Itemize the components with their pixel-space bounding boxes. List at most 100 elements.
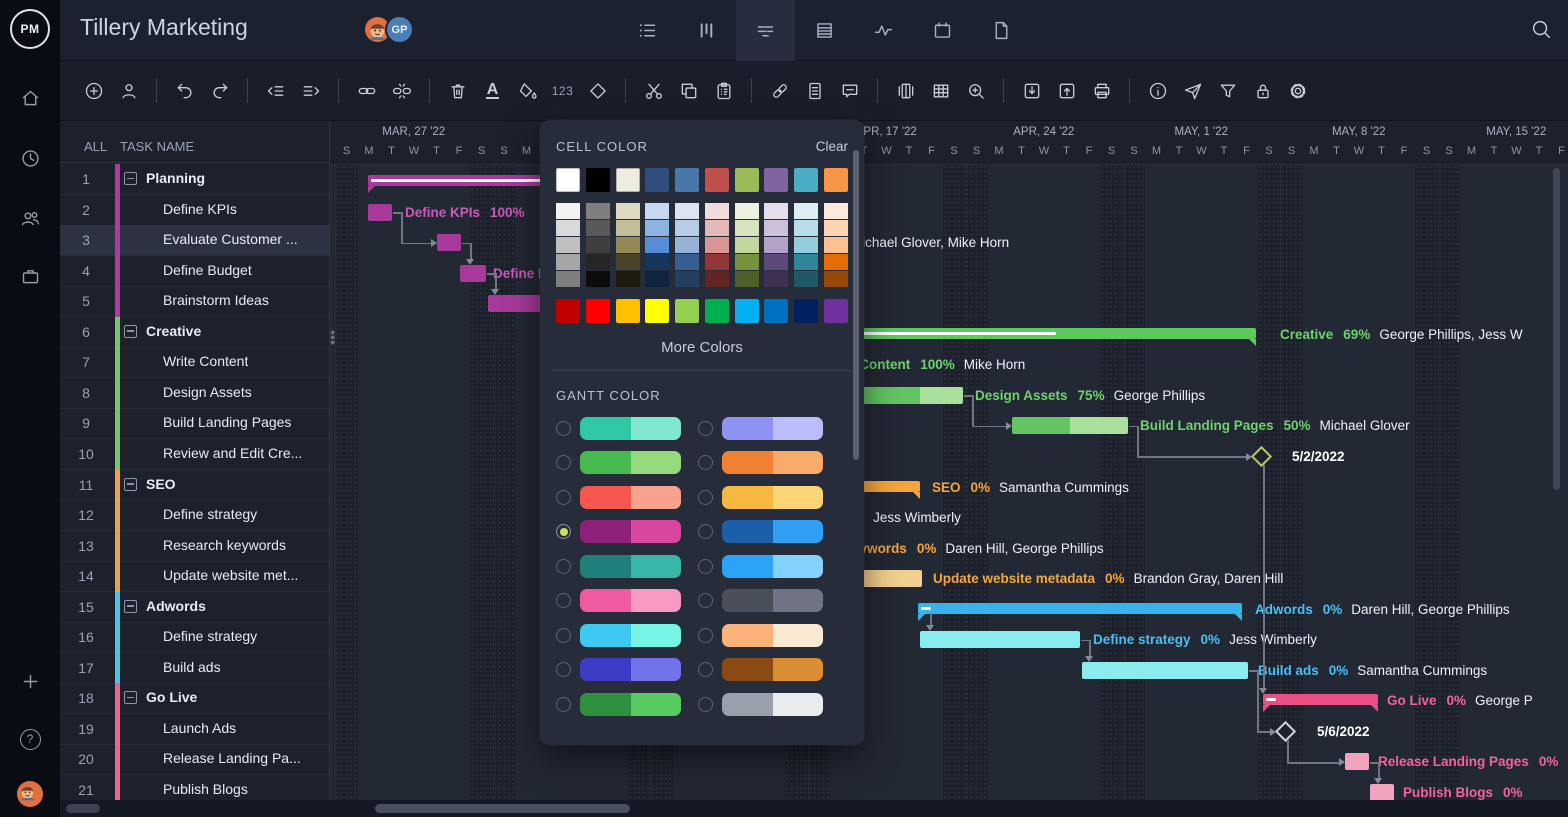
gantt-color-pill[interactable] <box>722 417 823 440</box>
clear-button[interactable]: Clear <box>816 139 848 154</box>
task-row[interactable]: 6Creative <box>60 317 330 348</box>
shade-swatch[interactable] <box>764 237 788 253</box>
gantt-color-pill[interactable] <box>580 555 681 578</box>
shade-swatch[interactable] <box>645 254 669 270</box>
cell-color-swatch[interactable] <box>616 168 640 192</box>
shade-swatch[interactable] <box>556 254 580 270</box>
shade-swatch[interactable] <box>675 203 699 219</box>
shade-swatch[interactable] <box>675 254 699 270</box>
task-row[interactable]: 19Launch Ads <box>60 714 330 745</box>
standard-color-swatch[interactable] <box>824 299 848 323</box>
more-colors-button[interactable]: More Colors <box>556 339 848 356</box>
gantt-color-pill[interactable] <box>580 417 681 440</box>
link-icon[interactable] <box>349 73 384 108</box>
gantt-color-radio[interactable] <box>698 662 713 677</box>
shade-swatch[interactable] <box>705 254 729 270</box>
copy-icon[interactable] <box>671 73 706 108</box>
task-row[interactable]: 10Review and Edit Cre... <box>60 439 330 470</box>
settings-icon[interactable] <box>1280 73 1315 108</box>
clock-icon[interactable] <box>0 137 60 179</box>
task-row[interactable]: 13Research keywords <box>60 531 330 562</box>
task-bar[interactable] <box>1012 417 1128 434</box>
task-row[interactable]: 8Design Assets <box>60 378 330 409</box>
collapse-icon[interactable] <box>124 478 137 491</box>
shade-swatch[interactable] <box>764 220 788 236</box>
task-bar[interactable] <box>368 204 392 221</box>
shade-swatch[interactable] <box>586 220 610 236</box>
home-icon[interactable] <box>0 77 60 119</box>
shade-swatch[interactable] <box>556 237 580 253</box>
task-bar[interactable] <box>1370 784 1394 800</box>
standard-color-swatch[interactable] <box>616 299 640 323</box>
tab-sheet-view[interactable] <box>795 0 854 61</box>
paste-icon[interactable] <box>706 73 741 108</box>
shade-swatch[interactable] <box>794 254 818 270</box>
shade-swatch[interactable] <box>675 220 699 236</box>
export-icon[interactable] <box>1049 73 1084 108</box>
shade-swatch[interactable] <box>645 271 669 287</box>
gantt-color-radio[interactable] <box>698 697 713 712</box>
cell-color-swatch[interactable] <box>556 168 580 192</box>
gantt-color-pill[interactable] <box>580 451 681 474</box>
gantt-color-pill[interactable] <box>722 555 823 578</box>
numbers-icon[interactable]: 123 <box>545 73 580 108</box>
cell-color-swatch[interactable] <box>794 168 818 192</box>
user-avatar[interactable] <box>0 773 60 815</box>
gantt-color-pill[interactable] <box>722 451 823 474</box>
task-row[interactable]: 4Define Budget <box>60 256 330 287</box>
standard-color-swatch[interactable] <box>645 299 669 323</box>
tab-doc-view[interactable] <box>972 0 1031 61</box>
collapse-icon[interactable] <box>124 172 137 185</box>
shade-swatch[interactable] <box>645 237 669 253</box>
task-row[interactable]: 20Release Landing Pa... <box>60 744 330 775</box>
task-row[interactable]: 21Publish Blogs <box>60 775 330 800</box>
gantt-scrollbar[interactable] <box>375 804 630 813</box>
shade-swatch[interactable] <box>735 203 759 219</box>
cell-color-swatch[interactable] <box>764 168 788 192</box>
standard-color-swatch[interactable] <box>794 299 818 323</box>
outdent-icon[interactable] <box>258 73 293 108</box>
fill-color-icon[interactable] <box>510 73 545 108</box>
task-row[interactable]: 18Go Live <box>60 683 330 714</box>
lock-icon[interactable] <box>1245 73 1280 108</box>
gantt-color-pill[interactable] <box>722 589 823 612</box>
task-bar[interactable] <box>1082 662 1248 679</box>
cell-color-swatch[interactable] <box>675 168 699 192</box>
gantt-color-pill[interactable] <box>580 520 681 543</box>
gantt-color-radio[interactable] <box>556 559 571 574</box>
tab-calendar-view[interactable] <box>913 0 972 61</box>
share-icon[interactable] <box>1175 73 1210 108</box>
gantt-color-radio[interactable] <box>698 628 713 643</box>
shade-swatch[interactable] <box>616 237 640 253</box>
shade-swatch[interactable] <box>616 254 640 270</box>
standard-color-swatch[interactable] <box>586 299 610 323</box>
shade-swatch[interactable] <box>824 271 848 287</box>
shade-swatch[interactable] <box>764 254 788 270</box>
shade-swatch[interactable] <box>705 203 729 219</box>
attach-icon[interactable] <box>762 73 797 108</box>
task-row[interactable]: 11SEO <box>60 470 330 501</box>
shade-swatch[interactable] <box>764 271 788 287</box>
gantt-color-pill[interactable] <box>722 658 823 681</box>
cell-color-swatch[interactable] <box>705 168 729 192</box>
plus-icon[interactable] <box>0 660 60 702</box>
shade-swatch[interactable] <box>794 220 818 236</box>
task-bar[interactable] <box>460 265 486 282</box>
gantt-color-pill[interactable] <box>580 486 681 509</box>
cell-color-swatch[interactable] <box>586 168 610 192</box>
standard-color-swatch[interactable] <box>764 299 788 323</box>
standard-color-swatch[interactable] <box>735 299 759 323</box>
indent-icon[interactable] <box>293 73 328 108</box>
tab-list-view[interactable] <box>618 0 677 61</box>
gantt-color-pill[interactable] <box>722 486 823 509</box>
gantt-color-pill[interactable] <box>580 589 681 612</box>
users-icon[interactable] <box>0 197 60 239</box>
task-row[interactable]: 17Build ads <box>60 653 330 684</box>
filter-icon[interactable] <box>1210 73 1245 108</box>
shade-swatch[interactable] <box>616 220 640 236</box>
task-row[interactable]: 16Define strategy <box>60 622 330 653</box>
milestone-icon[interactable] <box>580 73 615 108</box>
gantt-color-radio[interactable] <box>556 490 571 505</box>
gantt-color-radio[interactable] <box>556 697 571 712</box>
cut-icon[interactable] <box>636 73 671 108</box>
